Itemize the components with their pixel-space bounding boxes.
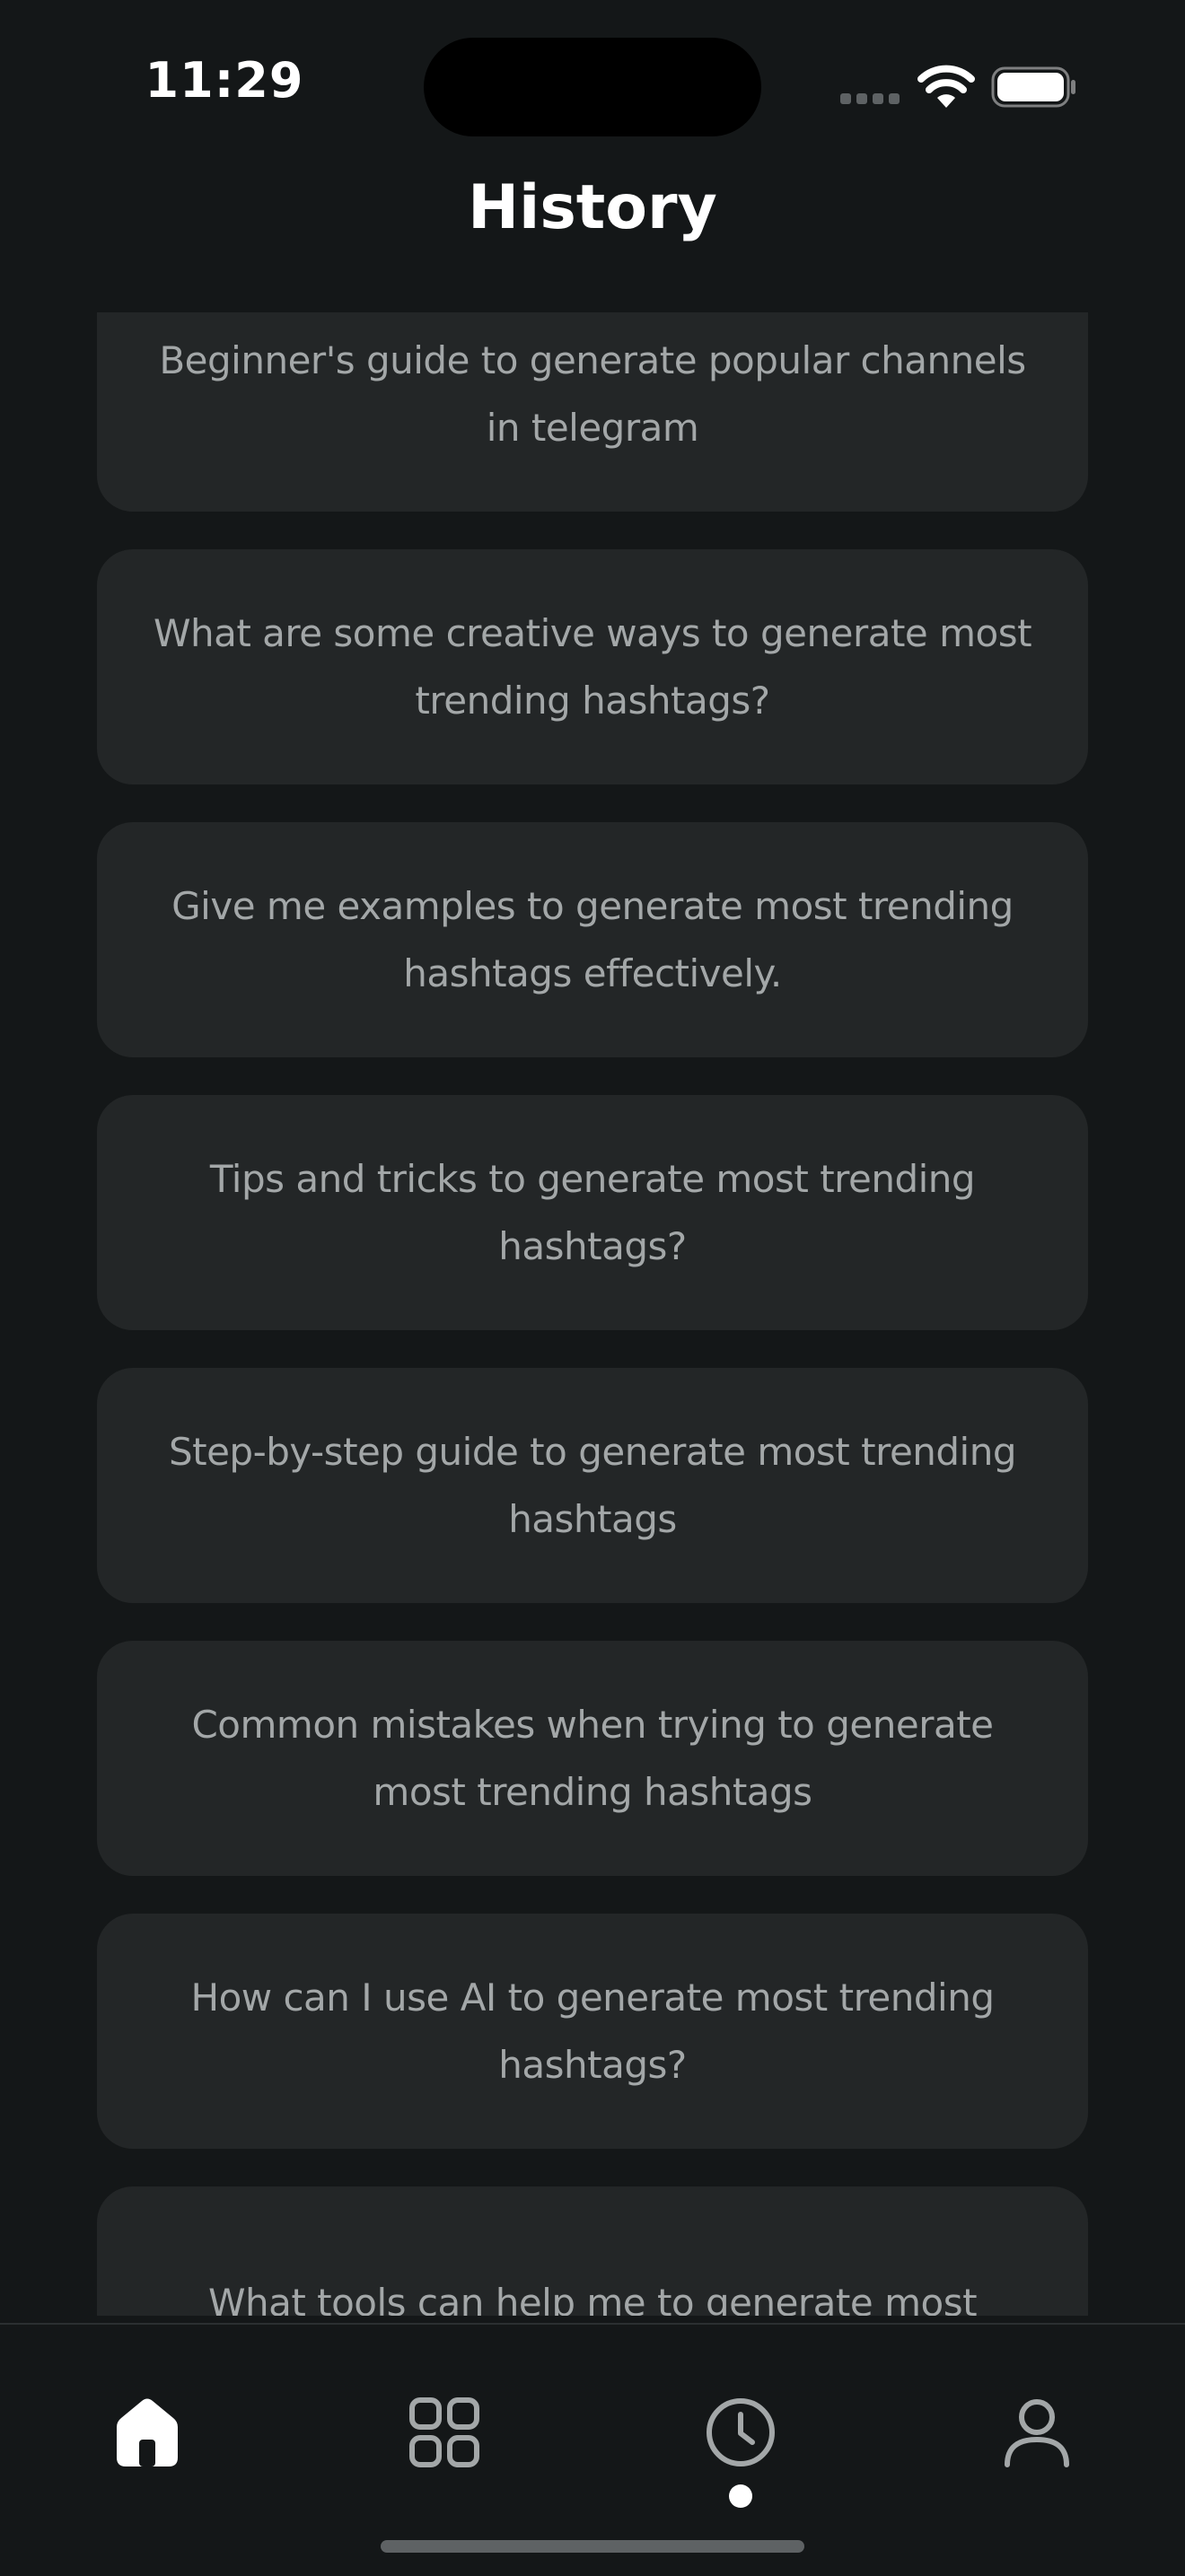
- history-item-label: What are some creative ways to generate …: [153, 611, 1032, 723]
- nav-home-button[interactable]: [93, 2379, 201, 2486]
- home-icon: [117, 2398, 178, 2466]
- history-item-label: Step-by-step guide to generate most tren…: [168, 1430, 1017, 1541]
- history-item-label: Give me examples to generate most trendi…: [171, 884, 1014, 995]
- wifi-icon: [917, 65, 975, 108]
- user-icon: [1005, 2399, 1069, 2467]
- history-item[interactable]: Step-by-step guide to generate most tren…: [97, 1368, 1088, 1603]
- battery-icon: [991, 66, 1075, 108]
- signal-icon: [840, 93, 900, 104]
- nav-history-button[interactable]: [687, 2379, 794, 2486]
- history-item-label: Tips and tricks to generate most trendin…: [209, 1157, 976, 1268]
- page-title: History: [468, 172, 717, 243]
- bottom-nav: [0, 2323, 1185, 2576]
- nav-profile-button[interactable]: [983, 2379, 1091, 2486]
- nav-apps-button[interactable]: [391, 2379, 498, 2486]
- apps-grid-icon: [409, 2397, 479, 2467]
- status-bar: 11:29: [0, 0, 1185, 171]
- home-indicator: [381, 2540, 804, 2553]
- history-item[interactable]: What are some creative ways to generate …: [97, 549, 1088, 784]
- history-item-label: Common mistakes when trying to generate …: [191, 1703, 994, 1814]
- status-time: 11:29: [145, 52, 304, 109]
- history-list[interactable]: Beginner's guide to generate popular cha…: [0, 312, 1185, 2316]
- history-item[interactable]: How can I use AI to generate most trendi…: [97, 1914, 1088, 2149]
- history-item-label: Beginner's guide to generate popular cha…: [159, 338, 1026, 450]
- history-item[interactable]: What tools can help me to generate most …: [97, 2186, 1088, 2316]
- history-list-content: Beginner's guide to generate popular cha…: [97, 312, 1088, 2316]
- history-item[interactable]: Tips and tricks to generate most trendin…: [97, 1095, 1088, 1330]
- history-item[interactable]: Beginner's guide to generate popular cha…: [97, 312, 1088, 512]
- history-item-label: How can I use AI to generate most trendi…: [190, 1976, 995, 2087]
- history-item[interactable]: Give me examples to generate most trendi…: [97, 822, 1088, 1057]
- dynamic-island: [424, 38, 761, 136]
- active-tab-indicator: [729, 2484, 752, 2508]
- history-item-label: What tools can help me to generate most …: [207, 2281, 978, 2316]
- clock-icon: [707, 2398, 775, 2466]
- history-item[interactable]: Common mistakes when trying to generate …: [97, 1641, 1088, 1876]
